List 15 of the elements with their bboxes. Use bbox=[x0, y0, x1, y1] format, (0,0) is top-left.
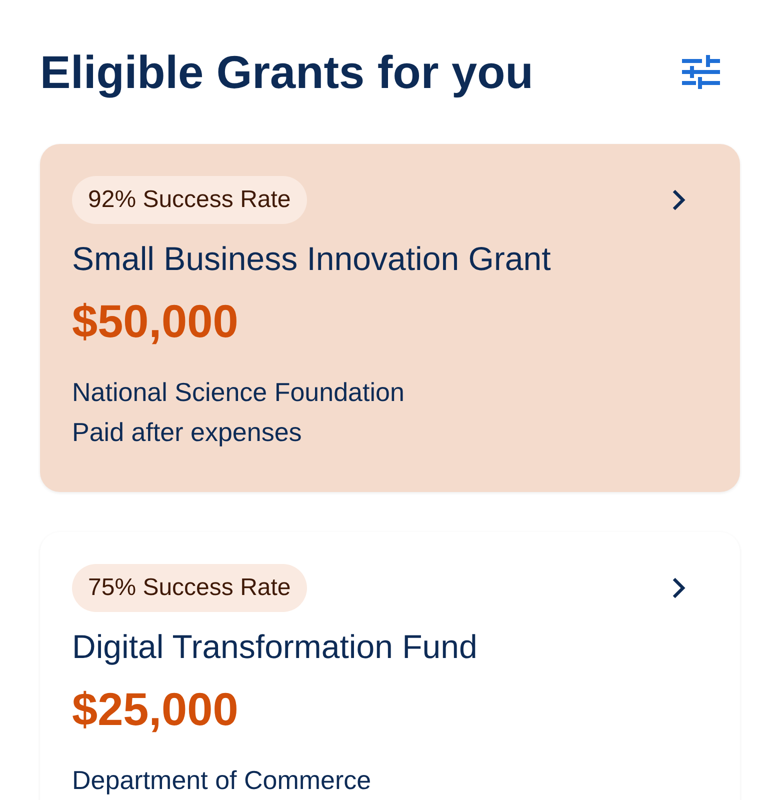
grant-card[interactable]: 75% Success Rate Digital Transformation Fund $25,000 Department of Commerce bbox=[40, 532, 740, 800]
grant-name: Digital Transformation Fund bbox=[72, 628, 478, 666]
grant-card[interactable]: 92% Success Rate Small Business Innovation Grant $50,000 National Science Foundation Paid after expenses bbox=[40, 144, 740, 492]
grant-detail: Paid after expenses bbox=[72, 416, 303, 449]
chevron-right-icon[interactable] bbox=[672, 189, 686, 211]
grant-name: Small Business Innovation Grant bbox=[72, 240, 552, 278]
page-title: Eligible Grants for you bbox=[40, 45, 534, 99]
grant-detail: Department of Commerce bbox=[72, 764, 372, 797]
grant-amount: $25,000 bbox=[72, 682, 240, 736]
filter-icon[interactable] bbox=[682, 55, 720, 89]
chevron-right-icon[interactable] bbox=[672, 577, 686, 599]
grant-amount: $50,000 bbox=[72, 294, 240, 348]
success-rate-badge: 75% Success Rate bbox=[72, 564, 307, 612]
success-rate-badge: 92% Success Rate bbox=[72, 176, 307, 224]
grant-detail: National Science Foundation bbox=[72, 376, 406, 409]
